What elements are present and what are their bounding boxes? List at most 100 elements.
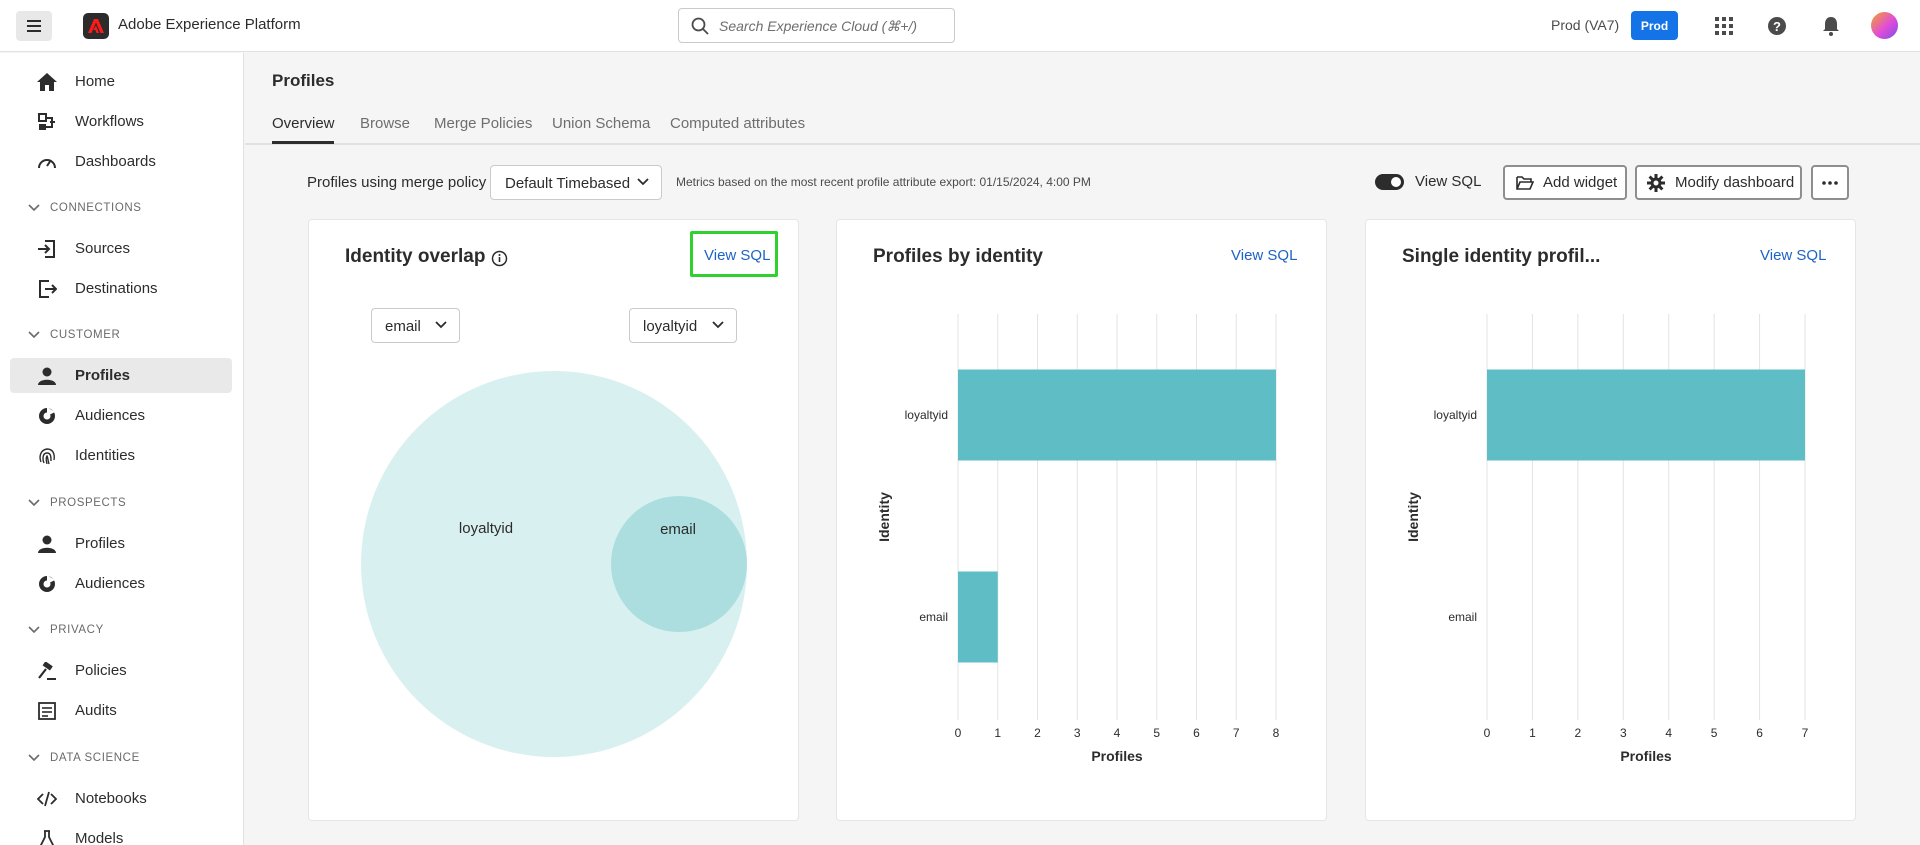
bar-loyaltyid bbox=[958, 369, 1276, 461]
adobe-icon bbox=[88, 19, 104, 33]
info-icon[interactable] bbox=[491, 250, 508, 267]
tab-computed-attributes[interactable]: Computed attributes bbox=[670, 115, 805, 132]
app-title[interactable]: Adobe Experience Platform bbox=[118, 16, 301, 33]
notifications-button[interactable] bbox=[1819, 14, 1843, 38]
add-widget-button[interactable]: Add widget bbox=[1503, 165, 1627, 200]
nav-policies[interactable]: Policies bbox=[10, 653, 232, 688]
adobe-logo[interactable] bbox=[83, 13, 109, 39]
folder-icon bbox=[1516, 176, 1534, 190]
chevron-down-icon bbox=[28, 626, 40, 634]
single-identity-title: Single identity profil... bbox=[1402, 246, 1601, 267]
tab-merge-policies[interactable]: Merge Policies bbox=[434, 115, 532, 132]
bar-loyaltyid bbox=[1487, 369, 1805, 461]
app-switcher-button[interactable] bbox=[1712, 14, 1736, 38]
x-tick-label: 3 bbox=[1074, 726, 1081, 740]
search-input[interactable]: Search Experience Cloud (⌘+/) bbox=[678, 8, 955, 43]
left-nav: Home Workflows Dashboards CONNECTIONS So… bbox=[0, 53, 244, 845]
sandbox-badge[interactable]: Prod bbox=[1631, 11, 1678, 40]
right-identity-picker[interactable]: loyaltyid bbox=[629, 308, 737, 343]
user-icon bbox=[36, 535, 58, 553]
merge-policy-picker[interactable]: Default Timebased bbox=[490, 165, 662, 200]
section-customer[interactable]: CUSTOMER bbox=[28, 325, 120, 345]
section-prospects[interactable]: PROSPECTS bbox=[28, 493, 126, 513]
user-icon bbox=[36, 367, 58, 385]
svg-text:?: ? bbox=[1773, 19, 1781, 34]
x-tick-label: 7 bbox=[1233, 726, 1240, 740]
section-connections[interactable]: CONNECTIONS bbox=[28, 198, 142, 218]
dashboard-gauge-icon bbox=[36, 154, 58, 170]
org-switcher[interactable]: Prod (VA7) bbox=[1551, 17, 1619, 33]
more-actions-button[interactable] bbox=[1811, 165, 1849, 200]
email-circle-label: email bbox=[660, 521, 696, 538]
user-avatar[interactable] bbox=[1871, 12, 1898, 39]
modify-dashboard-button[interactable]: Modify dashboard bbox=[1635, 165, 1802, 200]
x-tick-label: 4 bbox=[1665, 726, 1672, 740]
sources-icon bbox=[36, 239, 58, 258]
view-sql-highlight bbox=[690, 231, 778, 277]
metrics-note: Metrics based on the most recent profile… bbox=[676, 175, 1091, 189]
chevron-down-icon bbox=[637, 178, 649, 186]
view-sql-toggle-label: View SQL bbox=[1415, 173, 1482, 190]
chevron-down-icon bbox=[28, 331, 40, 339]
nav-profiles[interactable]: Profiles bbox=[10, 358, 232, 393]
x-axis-title: Profiles bbox=[1091, 748, 1143, 764]
identity-overlap-title: Identity overlap bbox=[345, 246, 486, 267]
more-icon bbox=[1822, 180, 1838, 185]
x-axis-title: Profiles bbox=[1620, 748, 1672, 764]
bar-email bbox=[958, 571, 998, 663]
y-category-label: email bbox=[919, 610, 948, 624]
bell-icon bbox=[1823, 17, 1839, 36]
active-tab-indicator bbox=[272, 141, 334, 144]
section-privacy[interactable]: PRIVACY bbox=[28, 620, 104, 640]
nav-identities[interactable]: Identities bbox=[10, 438, 232, 473]
audiences-icon bbox=[36, 406, 58, 425]
x-tick-label: 7 bbox=[1802, 726, 1809, 740]
audits-icon bbox=[36, 701, 58, 720]
profiles-by-identity-chart: 0 1 2 3 4 5 6 7 8 Profiles Identity loyaltyid email bbox=[876, 314, 1280, 764]
nav-home[interactable]: Home bbox=[10, 64, 232, 99]
apps-grid-icon bbox=[1715, 17, 1733, 35]
left-identity-picker[interactable]: email bbox=[371, 308, 460, 343]
search-placeholder: Search Experience Cloud (⌘+/) bbox=[719, 18, 918, 34]
y-category-label: loyaltyid bbox=[1434, 408, 1477, 422]
search-icon bbox=[691, 17, 709, 35]
help-button[interactable]: ? bbox=[1765, 14, 1789, 38]
audiences-icon bbox=[36, 574, 58, 593]
view-sql-toggle[interactable] bbox=[1375, 174, 1404, 190]
profiles-by-identity-title: Profiles by identity bbox=[873, 246, 1043, 267]
y-axis-title: Identity bbox=[876, 492, 892, 542]
nav-audiences[interactable]: Audiences bbox=[10, 398, 232, 433]
profiles-by-identity-view-sql-link[interactable]: View SQL bbox=[1231, 247, 1297, 264]
chevron-down-icon bbox=[712, 321, 724, 329]
chevron-down-icon bbox=[28, 754, 40, 762]
tab-browse[interactable]: Browse bbox=[360, 115, 410, 132]
nav-models[interactable]: Models bbox=[10, 821, 232, 845]
nav-prospect-profiles[interactable]: Profiles bbox=[10, 526, 232, 561]
hamburger-icon bbox=[27, 20, 41, 32]
y-category-label: email bbox=[1448, 610, 1477, 624]
nav-workflows[interactable]: Workflows bbox=[10, 104, 232, 139]
nav-destinations[interactable]: Destinations bbox=[10, 271, 232, 306]
x-tick-label: 2 bbox=[1034, 726, 1041, 740]
tab-overview[interactable]: Overview bbox=[272, 115, 335, 132]
email-circle[interactable] bbox=[611, 496, 747, 632]
merge-policy-value: Default Timebased bbox=[505, 175, 631, 192]
hamburger-menu-button[interactable] bbox=[16, 11, 52, 41]
section-data-science[interactable]: DATA SCIENCE bbox=[28, 748, 140, 768]
nav-sources[interactable]: Sources bbox=[10, 231, 232, 266]
x-tick-label: 0 bbox=[1484, 726, 1491, 740]
nav-dashboards[interactable]: Dashboards bbox=[10, 144, 232, 179]
chevron-down-icon bbox=[28, 204, 40, 212]
page-title: Profiles bbox=[272, 71, 335, 90]
home-icon bbox=[36, 72, 58, 91]
x-tick-label: 4 bbox=[1114, 726, 1121, 740]
tab-union-schema[interactable]: Union Schema bbox=[552, 115, 650, 132]
workflows-icon bbox=[36, 112, 58, 131]
single-identity-chart: 0 1 2 3 4 5 6 7 Profiles Identity loyaltyid email bbox=[1405, 314, 1809, 764]
single-identity-view-sql-link[interactable]: View SQL bbox=[1760, 247, 1826, 264]
nav-prospect-audiences[interactable]: Audiences bbox=[10, 566, 232, 601]
y-axis-title: Identity bbox=[1405, 492, 1421, 542]
destinations-icon bbox=[36, 279, 58, 298]
nav-notebooks[interactable]: Notebooks bbox=[10, 781, 232, 816]
nav-audits[interactable]: Audits bbox=[10, 693, 232, 728]
